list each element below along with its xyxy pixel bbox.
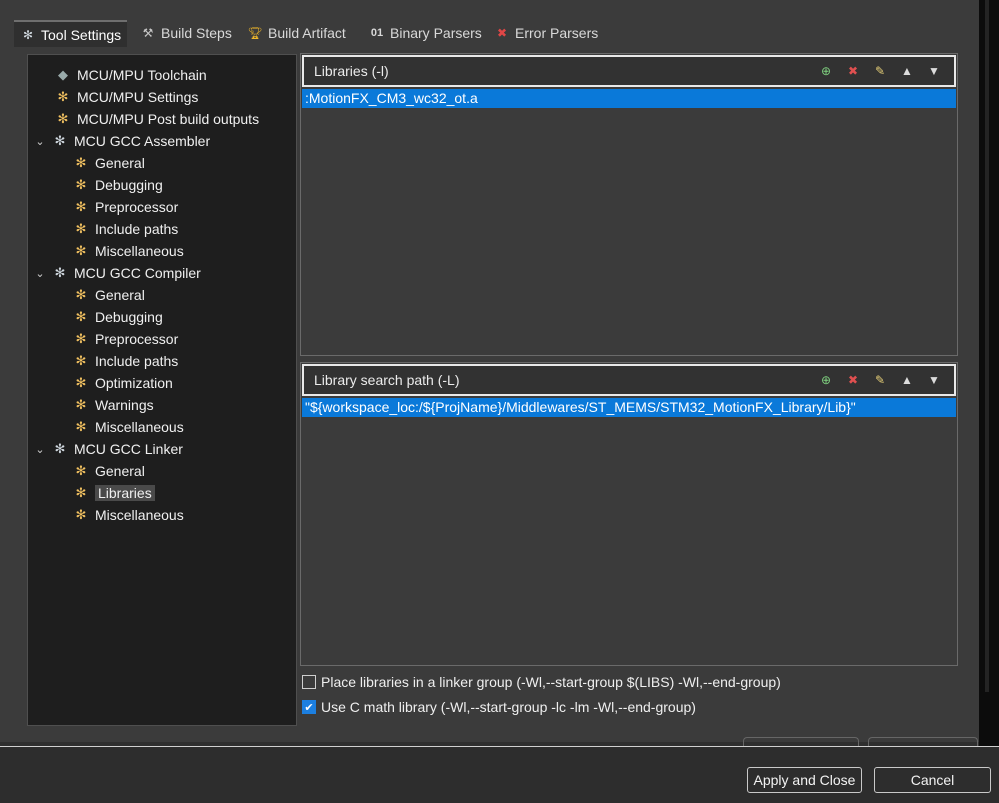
tree-item-compiler-warnings[interactable]: ✻ Warnings [73,395,154,415]
edit-icon[interactable]: ✎ [870,61,890,81]
move-up-icon[interactable]: ▲ [897,61,917,81]
library-search-path-panel: Library search path (-L) ⊕ ✖ ✎ ▲ ▼ "${wo… [300,362,958,666]
add-icon[interactable]: ⊕ [816,61,836,81]
cancel-button[interactable]: Cancel [874,767,991,793]
tree-item-compiler-include-paths[interactable]: ✻ Include paths [73,351,179,371]
move-down-icon[interactable]: ▼ [924,61,944,81]
tab-build-steps[interactable]: ⚒ Build Steps [140,21,232,45]
tab-binary-parsers[interactable]: 01 Binary Parsers [369,21,482,45]
gear-icon: ✻ [54,265,66,280]
search-path-list[interactable]: "${workspace_loc:/${ProjName}/Middleware… [302,398,956,664]
settings-icon: ✻ [75,177,87,192]
libraries-panel-title: Libraries (-l) [314,63,389,79]
tree-item-compiler-miscellaneous[interactable]: ✻ Miscellaneous [73,417,184,437]
settings-icon: ✻ [75,309,87,324]
settings-icon: ✻ [75,375,87,390]
tree-item-assembler-preprocessor[interactable]: ✻ Preprocessor [73,197,179,217]
tab-label: Binary Parsers [390,25,482,41]
gear-icon: ✻ [22,27,34,42]
gear-icon: ✻ [54,133,66,148]
tab-label: Error Parsers [515,25,599,41]
chevron-down-icon[interactable]: ⌄ [34,443,46,456]
dialog-footer: Apply and Close Cancel [0,746,999,803]
settings-icon: ✻ [75,221,87,236]
libraries-actions: ⊕ ✖ ✎ ▲ ▼ [816,61,944,81]
tree-item-linker-libraries[interactable]: ✻ Libraries [73,483,155,503]
right-edge [979,0,999,748]
checkbox-label: Place libraries in a linker group (-Wl,-… [321,674,781,690]
list-item[interactable]: "${workspace_loc:/${ProjName}/Middleware… [302,398,956,417]
settings-icon: ✻ [75,485,87,500]
tree-group-assembler[interactable]: ⌄ ✻ MCU GCC Assembler [34,131,210,151]
tree-group-linker[interactable]: ⌄ ✻ MCU GCC Linker [34,439,183,459]
libraries-list[interactable]: :MotionFX_CM3_wc32_ot.a [302,89,956,354]
tree-item-mcu-settings[interactable]: ✻ MCU/MPU Settings [55,87,199,107]
math-library-checkbox[interactable]: ✔ Use C math library (-Wl,--start-group … [302,697,696,717]
tree-item-linker-miscellaneous[interactable]: ✻ Miscellaneous [73,505,184,525]
chip-icon: ◆ [58,67,68,82]
gear-icon: ✻ [54,441,66,456]
linker-group-checkbox[interactable]: Place libraries in a linker group (-Wl,-… [302,672,781,692]
tree-item-assembler-general[interactable]: ✻ General [73,153,145,173]
tree-item-compiler-general[interactable]: ✻ General [73,285,145,305]
edit-icon[interactable]: ✎ [870,370,890,390]
tree-item-assembler-include-paths[interactable]: ✻ Include paths [73,219,179,239]
hammer-icon: ⚒ [142,26,154,40]
tab-label: Build Artifact [268,25,346,41]
move-down-icon[interactable]: ▼ [924,370,944,390]
settings-icon: ✻ [75,155,87,170]
chevron-down-icon[interactable]: ⌄ [34,135,46,148]
binary-icon: 01 [370,27,384,39]
settings-icon: ✻ [75,287,87,302]
tree-item-compiler-preprocessor[interactable]: ✻ Preprocessor [73,329,179,349]
settings-icon: ✻ [75,463,87,478]
search-path-panel-title: Library search path (-L) [314,372,460,388]
delete-icon[interactable]: ✖ [843,370,863,390]
tab-strip: ✻ Tool Settings ⚒ Build Steps 🏆︎ Build A… [0,20,979,47]
tree-item-assembler-debugging[interactable]: ✻ Debugging [73,175,163,195]
tab-label: Build Steps [161,25,232,41]
hidden-button-edge [868,737,978,746]
settings-icon: ✻ [75,331,87,346]
tree-item-assembler-miscellaneous[interactable]: ✻ Miscellaneous [73,241,184,261]
tree-item-toolchain[interactable]: ◆ MCU/MPU Toolchain [55,65,207,85]
libraries-panel-header: Libraries (-l) ⊕ ✖ ✎ ▲ ▼ [302,55,956,87]
hidden-button-edge [743,737,859,746]
search-path-actions: ⊕ ✖ ✎ ▲ ▼ [816,370,944,390]
tree-item-linker-general[interactable]: ✻ General [73,461,145,481]
tree-group-compiler[interactable]: ⌄ ✻ MCU GCC Compiler [34,263,200,283]
settings-icon: ✻ [75,419,87,434]
tree-item-compiler-debugging[interactable]: ✻ Debugging [73,307,163,327]
tab-tool-settings[interactable]: ✻ Tool Settings [14,20,128,47]
properties-content: ✻ Tool Settings ⚒ Build Steps 🏆︎ Build A… [0,9,979,742]
trophy-icon: 🏆︎ [247,26,263,40]
error-icon: ✖ [496,26,508,40]
settings-icon: ✻ [57,89,69,104]
scrollbar-track[interactable] [985,0,989,692]
move-up-icon[interactable]: ▲ [897,370,917,390]
list-item[interactable]: :MotionFX_CM3_wc32_ot.a [302,89,956,108]
tree-item-post-build[interactable]: ✻ MCU/MPU Post build outputs [55,109,260,129]
libraries-panel: Libraries (-l) ⊕ ✖ ✎ ▲ ▼ :MotionFX_CM3_w… [300,53,958,356]
settings-tree: ◆ MCU/MPU Toolchain ✻ MCU/MPU Settings ✻… [27,54,297,726]
delete-icon[interactable]: ✖ [843,61,863,81]
tab-build-artifact[interactable]: 🏆︎ Build Artifact [247,21,346,45]
checkmark-icon[interactable]: ✔ [302,700,316,714]
checkbox-unchecked[interactable] [302,675,316,689]
checkbox-label: Use C math library (-Wl,--start-group -l… [321,699,696,715]
tree-item-compiler-optimization[interactable]: ✻ Optimization [73,373,173,393]
chevron-down-icon[interactable]: ⌄ [34,267,46,280]
apply-and-close-button[interactable]: Apply and Close [747,767,862,793]
settings-icon: ✻ [57,111,69,126]
settings-icon: ✻ [75,397,87,412]
settings-icon: ✻ [75,353,87,368]
settings-icon: ✻ [75,199,87,214]
search-path-panel-header: Library search path (-L) ⊕ ✖ ✎ ▲ ▼ [302,364,956,396]
settings-icon: ✻ [75,243,87,258]
tab-label: Tool Settings [41,26,122,43]
tab-error-parsers[interactable]: ✖ Error Parsers [494,21,598,45]
settings-icon: ✻ [75,507,87,522]
add-icon[interactable]: ⊕ [816,370,836,390]
